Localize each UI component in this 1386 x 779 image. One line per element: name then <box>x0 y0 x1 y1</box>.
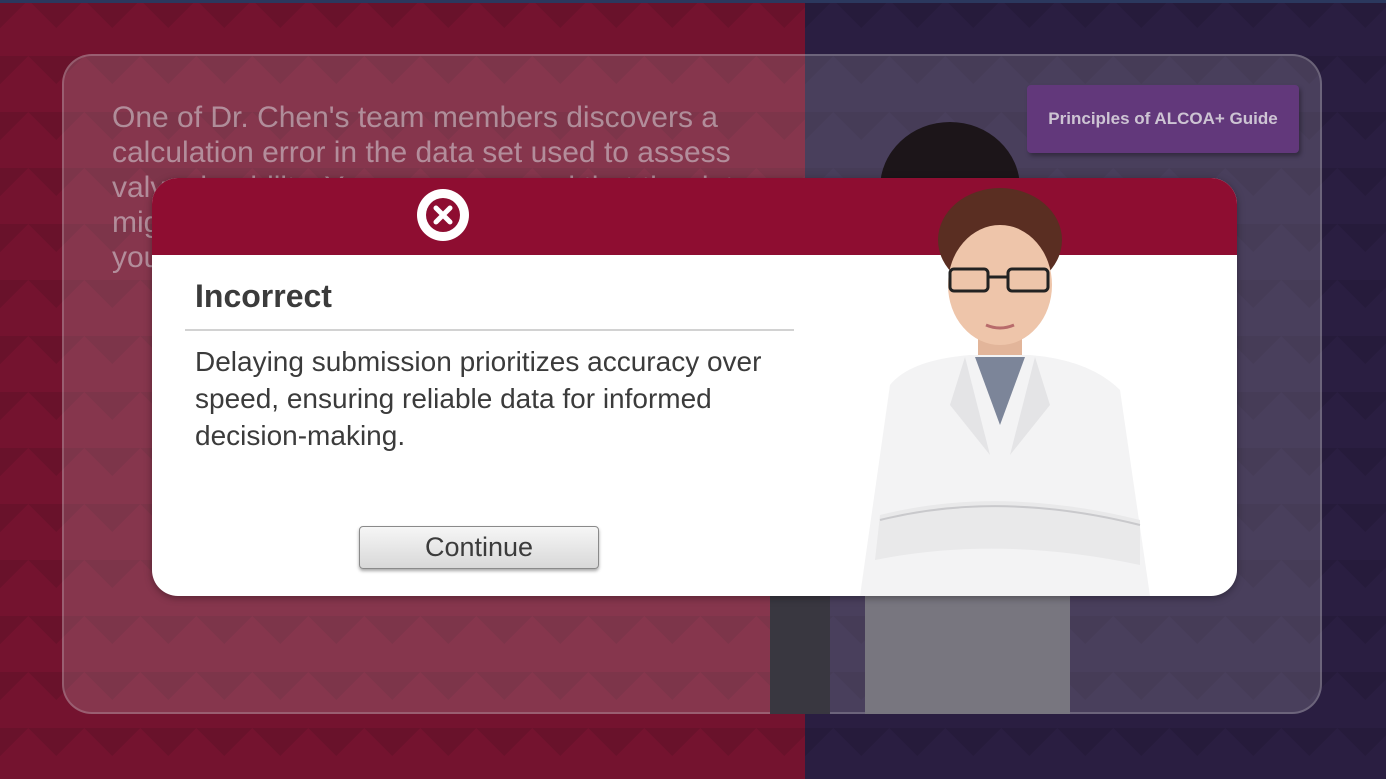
continue-button[interactable]: Continue <box>359 526 599 569</box>
doctor-character-image <box>860 188 1150 596</box>
feedback-message: Delaying submission prioritizes accuracy… <box>195 346 762 451</box>
feedback-title: Incorrect <box>195 278 332 314</box>
title-divider <box>185 329 794 331</box>
close-x-icon <box>417 189 469 241</box>
